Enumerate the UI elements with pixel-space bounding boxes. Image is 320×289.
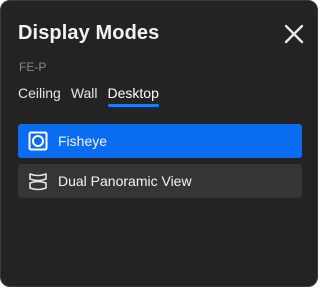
option-label: Fisheye: [58, 133, 108, 149]
option-dual-panoramic-view[interactable]: Dual Panoramic View: [18, 164, 302, 198]
fisheye-icon: [28, 131, 48, 151]
dual-panoramic-icon: [28, 171, 48, 191]
close-button[interactable]: [282, 22, 306, 46]
close-icon: [284, 24, 304, 44]
dialog-title: Display Modes: [18, 22, 160, 44]
active-tab-indicator: [107, 104, 159, 107]
tab-wall[interactable]: Wall: [71, 85, 98, 107]
tab-desktop[interactable]: Desktop: [107, 85, 159, 107]
option-fisheye[interactable]: Fisheye: [18, 124, 302, 158]
device-model-label: FE-P: [19, 60, 47, 74]
display-modes-dialog: Display Modes FE-P Ceiling Wall Desktop …: [0, 0, 318, 287]
tab-label: Desktop: [107, 85, 159, 101]
tab-label: Ceiling: [18, 85, 61, 101]
tab-label: Wall: [70, 85, 98, 101]
option-label: Dual Panoramic View: [58, 173, 192, 189]
mount-tabs: Ceiling Wall Desktop: [18, 85, 159, 107]
tab-ceiling[interactable]: Ceiling: [18, 85, 61, 107]
